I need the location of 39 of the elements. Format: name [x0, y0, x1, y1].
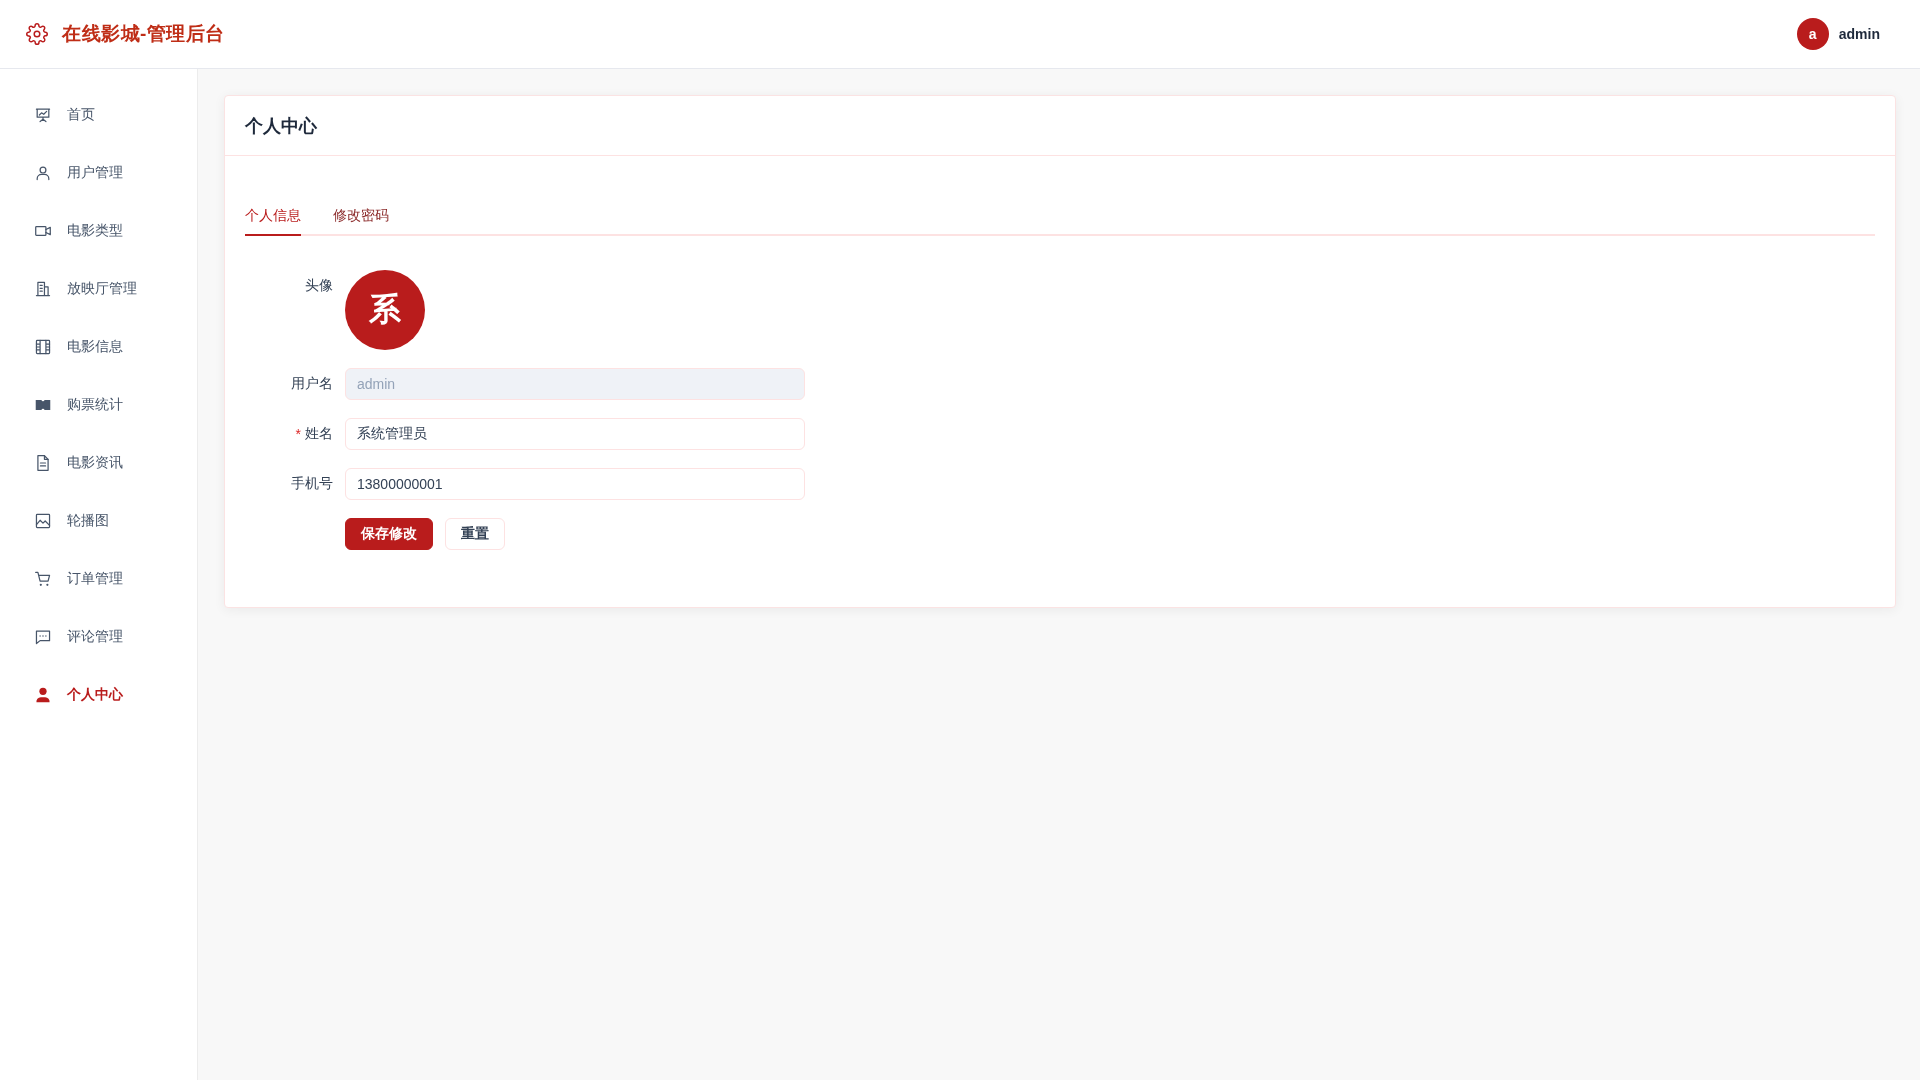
- building-icon: [35, 281, 51, 297]
- document-icon: [35, 455, 51, 471]
- avatar: 系: [345, 270, 425, 350]
- menu-item[interactable]: 个人中心: [35, 675, 123, 715]
- menu-item[interactable]: 订单管理: [35, 559, 123, 599]
- reset-button[interactable]: 重置: [445, 518, 505, 550]
- save-button[interactable]: 保存修改: [345, 518, 433, 550]
- tab[interactable]: 个人信息: [245, 196, 301, 236]
- menu-item[interactable]: 评论管理: [35, 617, 123, 657]
- user-icon: [35, 687, 51, 703]
- user-avatar[interactable]: a: [1796, 18, 1829, 50]
- user-name[interactable]: admin: [1838, 26, 1880, 42]
- user-icon: [35, 165, 51, 181]
- menu-item[interactable]: 电影类型: [35, 211, 123, 251]
- form-label: 头像: [305, 277, 333, 295]
- menu-item[interactable]: 电影信息: [35, 327, 123, 367]
- cart-icon: [35, 571, 51, 587]
- video-camera-icon: [35, 223, 51, 239]
- chat-icon: [35, 629, 51, 645]
- form-label: 手机号: [291, 475, 333, 493]
- text-input[interactable]: 13800000001: [345, 468, 805, 500]
- tab[interactable]: 修改密码: [333, 196, 389, 236]
- menu-item[interactable]: 电影资讯: [35, 443, 123, 483]
- required-mark: *: [295, 426, 301, 442]
- ticket-icon: [35, 397, 51, 413]
- form-label: 用户名: [291, 375, 333, 393]
- card-title: 个人中心: [245, 114, 317, 138]
- menu-item[interactable]: 轮播图: [35, 501, 109, 541]
- menu-item[interactable]: 用户管理: [35, 153, 123, 193]
- app-title: 在线影城-管理后台: [62, 22, 225, 46]
- menu-item[interactable]: 放映厅管理: [35, 269, 137, 309]
- film-icon: [35, 339, 51, 355]
- menu-item[interactable]: 购票统计: [35, 385, 123, 425]
- presentation-chart-icon: [35, 107, 51, 123]
- menu-item[interactable]: 首页: [35, 95, 95, 135]
- form-label: 姓名: [305, 425, 333, 443]
- picture-icon: [35, 513, 51, 529]
- text-input[interactable]: 系统管理员: [345, 418, 805, 450]
- gear-icon: [26, 23, 48, 45]
